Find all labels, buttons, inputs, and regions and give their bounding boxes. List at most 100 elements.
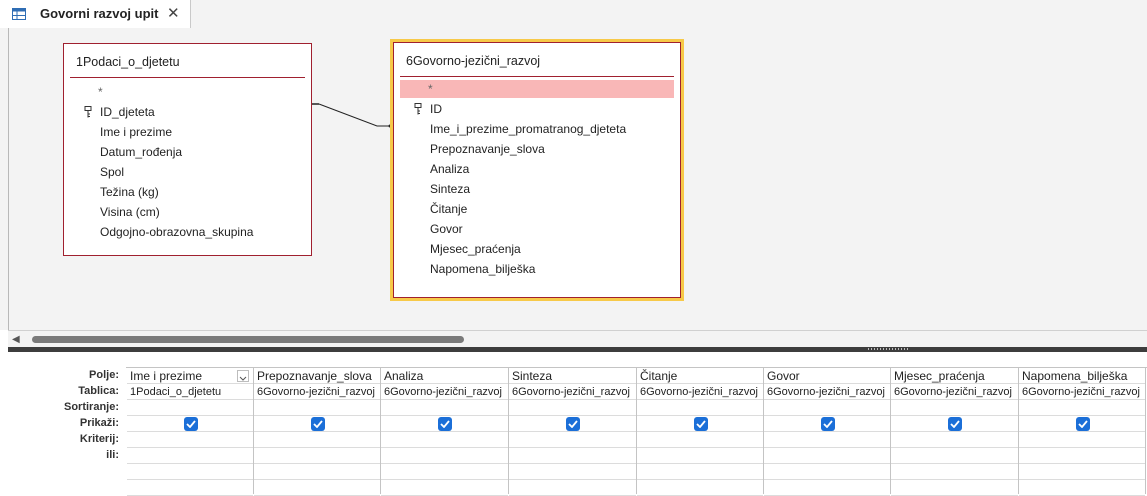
field-analiza[interactable]: Analiza xyxy=(400,159,674,179)
or-cell[interactable] xyxy=(637,448,763,464)
field-cell[interactable]: Čitanje xyxy=(637,368,763,384)
design-horizontal-scrollbar[interactable]: ◀ xyxy=(8,330,1147,347)
close-icon[interactable]: ✕ xyxy=(167,4,180,22)
empty-cell[interactable] xyxy=(637,480,763,496)
criteria-cell[interactable] xyxy=(891,432,1018,448)
query-tab[interactable]: Govorni razvoj upit ✕ xyxy=(0,0,191,28)
field-spol[interactable]: Spol xyxy=(70,162,305,182)
field-napomena-biljeska[interactable]: Napomena_bilješka xyxy=(400,259,674,279)
field-id-djeteta[interactable]: ID_djeteta xyxy=(70,102,305,122)
grid-columns[interactable]: Ime i prezime 1Podaci_o_djetetu Prepoznava… xyxy=(126,367,1147,496)
field-datum-rodenja[interactable]: Datum_rođenja xyxy=(70,142,305,162)
sort-cell[interactable] xyxy=(254,400,380,416)
field-all[interactable]: * xyxy=(70,82,305,102)
show-checkbox[interactable] xyxy=(311,417,325,431)
show-checkbox[interactable] xyxy=(694,417,708,431)
scroll-left-icon[interactable]: ◀ xyxy=(12,334,20,345)
query-design-pane[interactable]: 1Podaci_o_djetetu * ID_djeteta Ime i pre… xyxy=(0,28,1147,330)
sort-cell[interactable] xyxy=(381,400,508,416)
show-checkbox[interactable] xyxy=(438,417,452,431)
field-prepoznavanje-slova[interactable]: Prepoznavanje_slova xyxy=(400,139,674,159)
field-cell[interactable]: Govor xyxy=(764,368,890,384)
show-checkbox[interactable] xyxy=(1076,417,1090,431)
field-ime-i-prezime-promatranog-djeteta[interactable]: Ime_i_prezime_promatranog_djeteta xyxy=(400,119,674,139)
sort-cell[interactable] xyxy=(1019,400,1145,416)
table-cell[interactable]: 6Govorno-jezični_razvoj xyxy=(1019,384,1145,400)
field-cell[interactable]: Mjesec_praćenja xyxy=(891,368,1018,384)
field-tezina[interactable]: Težina (kg) xyxy=(70,182,305,202)
field-cell[interactable]: Prepoznavanje_slova xyxy=(254,368,380,384)
show-checkbox[interactable] xyxy=(566,417,580,431)
empty-cell[interactable] xyxy=(891,480,1018,496)
field-cell[interactable]: Napomena_bilješka xyxy=(1019,368,1145,384)
table-cell[interactable]: 6Govorno-jezični_razvoj xyxy=(254,384,380,400)
empty-cell[interactable] xyxy=(509,480,636,496)
sort-cell[interactable] xyxy=(637,400,763,416)
or-cell[interactable] xyxy=(509,448,636,464)
field-cell[interactable]: Analiza xyxy=(381,368,508,384)
show-checkbox[interactable] xyxy=(821,417,835,431)
or-cell[interactable] xyxy=(1019,448,1145,464)
table-podaci-o-djetetu[interactable]: 1Podaci_o_djetetu * ID_djeteta Ime i pre… xyxy=(63,43,312,256)
sort-cell[interactable] xyxy=(127,400,253,416)
grid-column[interactable]: Prepoznavanje_slova 6Govorno-jezični_razv… xyxy=(254,368,381,496)
table-cell[interactable]: 6Govorno-jezični_razvoj xyxy=(637,384,763,400)
scrollbar-thumb[interactable] xyxy=(32,336,464,343)
grid-column[interactable]: Ime i prezime 1Podaci_o_djetetu xyxy=(127,368,254,496)
table-cell[interactable]: 1Podaci_o_djetetu xyxy=(127,384,253,400)
sort-cell[interactable] xyxy=(891,400,1018,416)
or-cell[interactable] xyxy=(891,448,1018,464)
empty-cell[interactable] xyxy=(509,464,636,480)
field-odgojno-obrazovna-skupina[interactable]: Odgojno-obrazovna_skupina xyxy=(70,222,305,242)
sort-cell[interactable] xyxy=(764,400,890,416)
criteria-cell[interactable] xyxy=(381,432,508,448)
empty-cell[interactable] xyxy=(127,480,253,496)
empty-cell[interactable] xyxy=(127,464,253,480)
grid-column[interactable]: Napomena_bilješka 6Govorno-jezični_razvoj xyxy=(1019,368,1146,496)
empty-cell[interactable] xyxy=(254,464,380,480)
or-cell[interactable] xyxy=(381,448,508,464)
grid-column[interactable]: Čitanje 6Govorno-jezični_razvoj xyxy=(637,368,764,496)
criteria-cell[interactable] xyxy=(1019,432,1145,448)
table-cell[interactable]: 6Govorno-jezični_razvoj xyxy=(891,384,1018,400)
field-sinteza[interactable]: Sinteza xyxy=(400,179,674,199)
criteria-cell[interactable] xyxy=(637,432,763,448)
grid-column[interactable]: Govor 6Govorno-jezični_razvoj xyxy=(764,368,891,496)
chevron-down-icon[interactable] xyxy=(237,370,249,382)
show-checkbox[interactable] xyxy=(948,417,962,431)
table-cell[interactable]: 6Govorno-jezični_razvoj xyxy=(381,384,508,400)
field-id[interactable]: ID xyxy=(400,99,674,119)
empty-cell[interactable] xyxy=(254,480,380,496)
field-mjesec-pracenja[interactable]: Mjesec_praćenja xyxy=(400,239,674,259)
empty-cell[interactable] xyxy=(637,464,763,480)
criteria-cell[interactable] xyxy=(254,432,380,448)
criteria-cell[interactable] xyxy=(509,432,636,448)
query-design-grid[interactable]: Polje: Tablica: Sortiranje: Prikaži: Kri… xyxy=(8,352,1147,496)
empty-cell[interactable] xyxy=(764,480,890,496)
show-checkbox[interactable] xyxy=(184,417,198,431)
field-visina[interactable]: Visina (cm) xyxy=(70,202,305,222)
or-cell[interactable] xyxy=(127,448,253,464)
criteria-cell[interactable] xyxy=(764,432,890,448)
empty-cell[interactable] xyxy=(381,480,508,496)
field-ime-i-prezime[interactable]: Ime i prezime xyxy=(70,122,305,142)
field-govor[interactable]: Govor xyxy=(400,219,674,239)
criteria-cell[interactable] xyxy=(127,432,253,448)
field-all[interactable]: * xyxy=(400,80,674,98)
field-citanje[interactable]: Čitanje xyxy=(400,199,674,219)
grid-column[interactable]: Mjesec_praćenja 6Govorno-jezični_razvoj xyxy=(891,368,1019,496)
empty-cell[interactable] xyxy=(1019,464,1145,480)
field-cell[interactable]: Ime i prezime xyxy=(127,368,253,384)
or-cell[interactable] xyxy=(254,448,380,464)
sort-cell[interactable] xyxy=(509,400,636,416)
table-cell[interactable]: 6Govorno-jezični_razvoj xyxy=(509,384,636,400)
table-govorno-jezicni-razvoj[interactable]: 6Govorno-jezični_razvoj * ID Ime_i_prezi… xyxy=(390,39,684,301)
empty-cell[interactable] xyxy=(764,464,890,480)
empty-cell[interactable] xyxy=(1019,480,1145,496)
field-cell[interactable]: Sinteza xyxy=(509,368,636,384)
or-cell[interactable] xyxy=(764,448,890,464)
empty-cell[interactable] xyxy=(891,464,1018,480)
grid-column[interactable]: Sinteza 6Govorno-jezični_razvoj xyxy=(509,368,637,496)
table-cell[interactable]: 6Govorno-jezični_razvoj xyxy=(764,384,890,400)
empty-cell[interactable] xyxy=(381,464,508,480)
